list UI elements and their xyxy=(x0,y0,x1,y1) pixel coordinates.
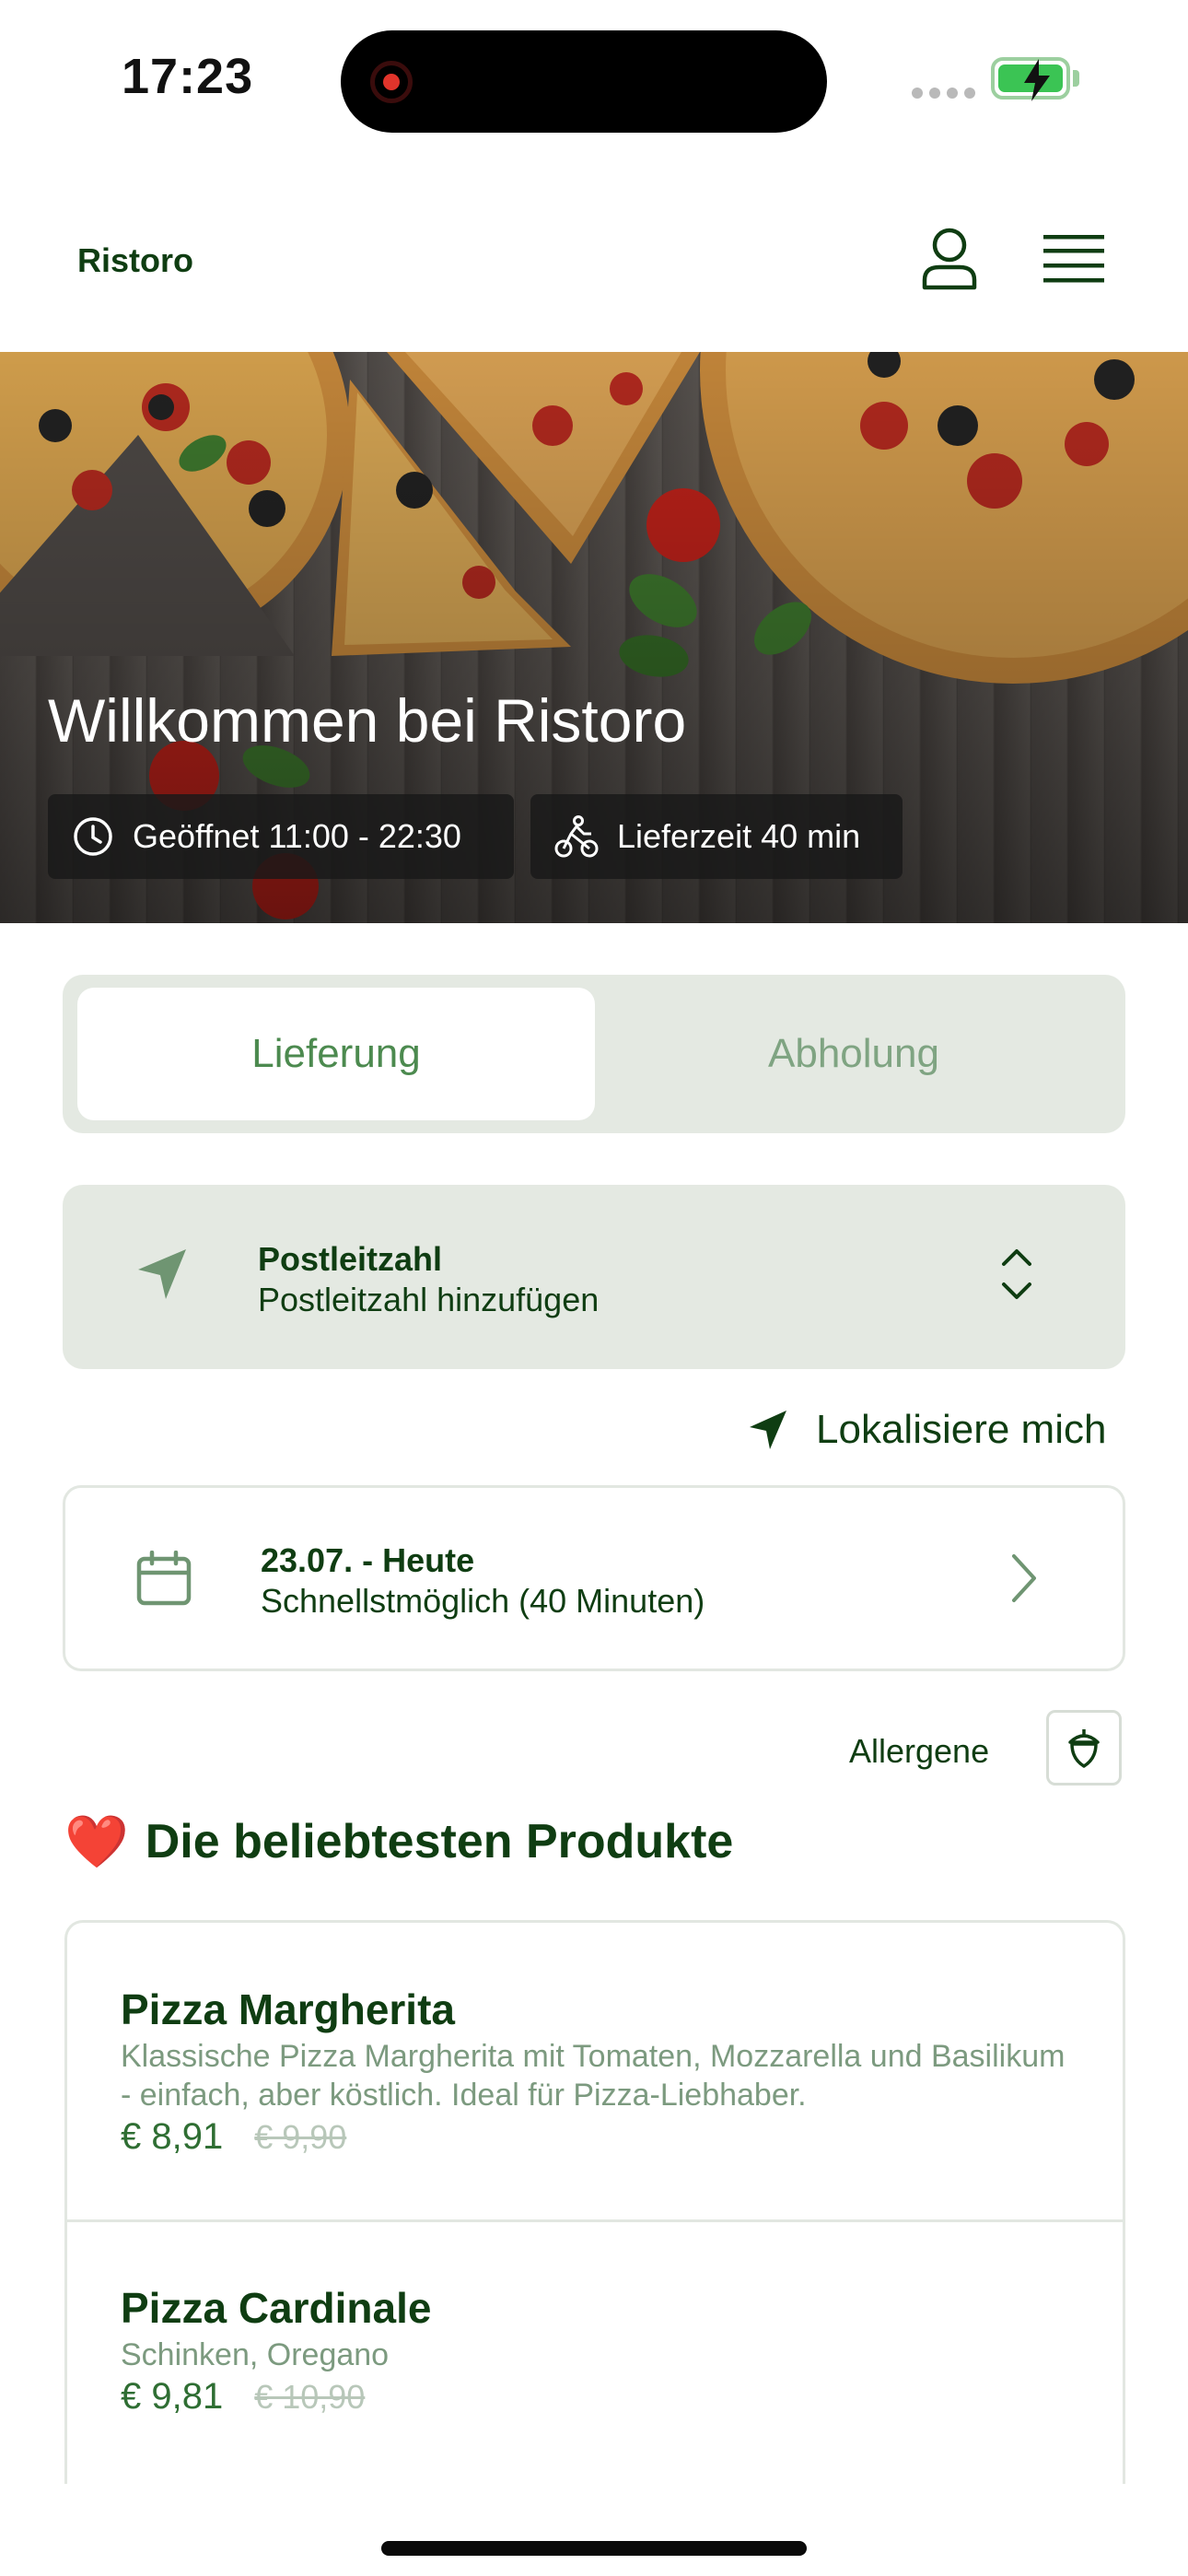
delivery-date-selector[interactable]: 23.07. - Heute Schnellstmöglich (40 Minu… xyxy=(63,1485,1125,1671)
delivery-time-chip: Lieferzeit 40 min xyxy=(530,794,903,879)
bike-courier-icon xyxy=(554,815,599,858)
location-arrow-icon xyxy=(138,1249,186,1299)
menu-button[interactable] xyxy=(1035,225,1112,293)
product-name: Pizza Margherita xyxy=(121,1985,455,2033)
popular-products-list: Pizza Margherita Klassische Pizza Marghe… xyxy=(64,1920,1125,2484)
calendar-icon xyxy=(136,1551,192,1606)
brand-name[interactable]: Ristoro xyxy=(77,241,193,280)
product-price: € 8,91 xyxy=(121,2116,224,2157)
product-card[interactable]: Pizza Margherita Klassische Pizza Marghe… xyxy=(67,1984,1123,2158)
user-icon xyxy=(922,228,977,290)
product-card[interactable]: Pizza Cardinale Schinken, Oregano € 9,81… xyxy=(67,2282,1123,2418)
product-name: Pizza Cardinale xyxy=(121,2284,432,2332)
hero-title: Willkommen bei Ristoro xyxy=(48,686,687,755)
popular-products-heading: Die beliebtesten Produkte xyxy=(145,1815,734,1868)
locate-me-button[interactable]: Lokalisiere mich xyxy=(748,1400,1125,1459)
product-divider xyxy=(67,2219,1123,2222)
product-price: € 9,81 xyxy=(121,2376,224,2417)
delivery-time-text: Lieferzeit 40 min xyxy=(617,817,861,855)
profile-button[interactable] xyxy=(912,221,987,297)
app-header: Ristoro xyxy=(0,184,1188,352)
opening-hours-text: Geöffnet 11:00 - 22:30 xyxy=(133,817,461,855)
hamburger-menu-icon xyxy=(1043,235,1104,283)
cellular-signal-icon xyxy=(912,88,975,99)
allergens-button[interactable] xyxy=(1046,1710,1122,1786)
delivery-date: 23.07. - Heute xyxy=(261,1541,475,1579)
home-indicator[interactable] xyxy=(381,2541,807,2556)
tab-pickup[interactable]: Abholung xyxy=(595,988,1112,1120)
postal-code-label: Postleitzahl xyxy=(258,1240,443,1278)
acorn-icon xyxy=(1068,1729,1100,1768)
status-bar: 17:23 xyxy=(0,0,1188,157)
location-arrow-icon xyxy=(750,1411,786,1449)
order-mode-tabs: Lieferung Abholung xyxy=(63,975,1125,1133)
product-old-price: € 10,90 xyxy=(254,2378,366,2416)
product-old-price: € 9,90 xyxy=(254,2118,347,2156)
recording-indicator-icon xyxy=(370,61,413,103)
clock-icon xyxy=(74,817,112,856)
postal-code-placeholder: Postleitzahl hinzufügen xyxy=(258,1281,600,1318)
product-description: Schinken, Oregano xyxy=(121,2337,390,2372)
locate-me-label: Lokalisiere mich xyxy=(816,1407,1107,1452)
chevron-up-down-icon xyxy=(1002,1249,1031,1299)
dynamic-island xyxy=(341,30,827,133)
status-time: 17:23 xyxy=(122,49,254,104)
battery-cap xyxy=(1073,70,1079,87)
chevron-right-icon xyxy=(1012,1554,1036,1602)
battery-charging-icon xyxy=(991,57,1070,101)
postal-code-selector[interactable]: Postleitzahl Postleitzahl hinzufügen xyxy=(63,1185,1125,1369)
opening-hours-chip: Geöffnet 11:00 - 22:30 xyxy=(48,794,514,879)
delivery-slot: Schnellstmöglich (40 Minuten) xyxy=(261,1582,705,1620)
hero-banner: Willkommen bei Ristoro Geöffnet 11:00 - … xyxy=(0,352,1188,923)
product-description: Klassische Pizza Margherita mit Tomaten,… xyxy=(121,2039,1066,2113)
popular-products-title: ❤️ Die beliebtesten Produkte xyxy=(64,1811,733,1872)
allergens-label: Allergene xyxy=(849,1732,990,1770)
heart-icon: ❤️ xyxy=(64,1812,129,1870)
tab-delivery[interactable]: Lieferung xyxy=(77,988,595,1120)
